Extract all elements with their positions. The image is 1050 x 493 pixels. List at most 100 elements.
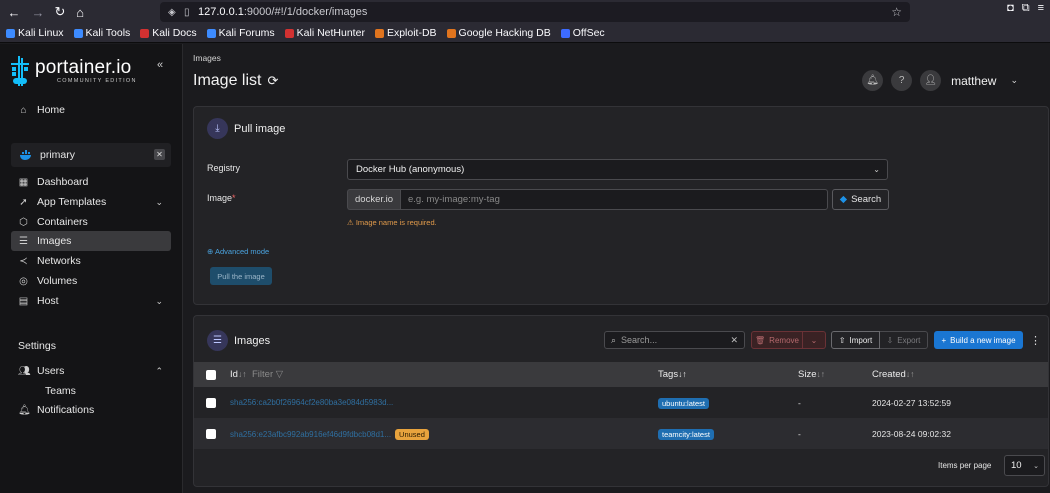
size-cell: - xyxy=(798,397,801,408)
remove-options-dropdown[interactable]: ⌄ xyxy=(803,331,826,349)
tag-badge: teamcity:latest xyxy=(658,428,714,440)
pull-image-button[interactable]: Pull the image xyxy=(210,267,272,285)
remove-label: Remove xyxy=(769,335,799,345)
image-name-input[interactable]: e.g. my-image:my-tag xyxy=(400,189,828,210)
users-icon: 👥︎ xyxy=(18,365,31,377)
help-icon[interactable]: ? xyxy=(891,70,913,91)
bookmark-favicon-icon xyxy=(6,28,15,38)
more-options-icon[interactable]: ⋮ xyxy=(1030,334,1041,347)
home-icon[interactable]: ⌂ xyxy=(70,2,90,22)
search-image-button[interactable]: ◆ Search xyxy=(832,189,889,210)
bookmark-item[interactable]: Kali NetHunter xyxy=(284,27,365,39)
items-per-page-label: Items per page xyxy=(938,461,992,470)
registry-select-value: Docker Hub (anonymous) xyxy=(356,164,465,175)
sidebar-item-label: App Templates xyxy=(37,196,107,208)
column-tags[interactable]: Tags↓↑ xyxy=(658,369,687,380)
column-filter[interactable]: Filter ▽ xyxy=(252,369,283,380)
bookmark-label: Kali Linux xyxy=(18,27,64,39)
row-checkbox[interactable] xyxy=(206,428,216,439)
sidebar-item-teams[interactable]: Teams xyxy=(11,381,171,401)
column-size[interactable]: Size↓↑ xyxy=(798,369,825,380)
url-text: 127.0.0.1:9000/#!/1/docker/images xyxy=(198,6,368,18)
sidebar-item-networks[interactable]: ≺ Networks xyxy=(11,251,171,271)
menu-icon[interactable]: ≡ xyxy=(1038,2,1044,15)
advanced-mode-link[interactable]: ⊕ Advanced mode xyxy=(207,247,269,256)
search-icon: ⌕ xyxy=(611,334,617,345)
logo-wordmark: portainer.io xyxy=(35,57,132,78)
select-all-checkbox[interactable] xyxy=(206,369,216,380)
sort-icon: ↓↑ xyxy=(905,369,915,379)
reload-icon[interactable]: ↻ xyxy=(50,2,70,22)
bookmark-item[interactable]: Google Hacking DB xyxy=(446,27,551,39)
bookmark-item[interactable]: OffSec xyxy=(560,27,605,39)
collapse-sidebar-icon[interactable]: « xyxy=(157,59,163,71)
bookmark-item[interactable]: Kali Docs xyxy=(140,27,197,39)
remove-button[interactable]: 🗑︎ Remove xyxy=(751,331,803,349)
import-button[interactable]: ⇧ Import xyxy=(831,331,880,349)
sidebar-item-label: Networks xyxy=(37,255,81,267)
extensions-icon[interactable]: ⧉ xyxy=(1022,2,1030,15)
sidebar-item-home[interactable]: ⌂ Home xyxy=(11,100,171,120)
sidebar-item-app-templates[interactable]: ➚ App Templates ⌄ xyxy=(11,192,171,212)
registry-label: Registry xyxy=(207,163,241,173)
import-label: Import xyxy=(849,335,873,345)
clear-search-icon[interactable]: ✕ xyxy=(730,335,738,346)
sidebar-item-volumes[interactable]: ◎ Volumes xyxy=(11,271,171,291)
bookmark-favicon-icon xyxy=(206,28,216,38)
back-icon[interactable]: ← xyxy=(4,2,24,22)
list-icon: ☰ xyxy=(19,235,28,247)
bookmark-label: Google Hacking DB xyxy=(458,27,551,39)
sort-icon: ↓↑ xyxy=(237,369,247,379)
bookmark-item[interactable]: Kali Linux xyxy=(6,27,64,39)
sidebar-item-dashboard[interactable]: ▦ Dashboard xyxy=(11,172,171,192)
image-id-link[interactable]: sha256:ca2b0f26964cf2e80ba3e084d5983d... xyxy=(230,398,393,407)
required-marker: * xyxy=(232,193,236,203)
bookmark-item[interactable]: Kali Tools xyxy=(73,27,130,39)
column-id[interactable]: Id↓↑ xyxy=(230,369,246,380)
export-button[interactable]: ⇩ Export xyxy=(880,331,928,349)
image-id-link[interactable]: sha256:e23afbc992ab916ef46d9fdbcb08d1... xyxy=(230,430,391,439)
bookmark-favicon-icon xyxy=(73,28,83,38)
bookmarks-bar: Kali Linux Kali Tools Kali Docs Kali Forums… xyxy=(0,24,1050,43)
chevron-down-icon: ⌄ xyxy=(873,165,880,174)
column-created[interactable]: Created↓↑ xyxy=(872,369,914,380)
table-search-input[interactable]: ⌕ Search... ✕ xyxy=(604,331,745,349)
close-icon[interactable]: ✕ xyxy=(154,149,165,160)
portainer-logo[interactable]: portainer.io COMMUNITY EDITION xyxy=(10,56,137,86)
items-per-page-select[interactable]: 10 ⌄ xyxy=(1004,455,1045,476)
sidebar-item-containers[interactable]: ⬡ Containers xyxy=(11,212,171,232)
notifications-bell-icon[interactable]: 🔔︎ xyxy=(862,70,884,91)
refresh-icon[interactable]: ⟳ xyxy=(267,73,278,89)
browser-toolbar: ← → ↻ ⌂ ◈ ▯ 127.0.0.1:9000/#!/1/docker/i… xyxy=(0,0,1050,24)
environment-selector[interactable]: primary ✕ xyxy=(11,143,171,167)
build-new-image-button[interactable]: + Build a new image xyxy=(934,331,1023,349)
table-row: sha256:e23afbc992ab916ef46d9fdbcb08d1...… xyxy=(194,418,1048,449)
bookmark-star-icon[interactable]: ☆ xyxy=(891,5,902,19)
home-icon: ⌂ xyxy=(20,104,27,116)
row-checkbox[interactable] xyxy=(206,397,216,408)
sidebar-item-notifications[interactable]: 🔔︎ Notifications xyxy=(11,400,171,420)
sidebar-item-users[interactable]: 👥︎ Users ⌃ xyxy=(11,361,171,381)
chevron-down-icon: ⌄ xyxy=(155,295,163,306)
forward-icon[interactable]: → xyxy=(28,2,48,22)
chevron-up-icon: ⌃ xyxy=(155,365,163,376)
warning-text: Image name is required. xyxy=(355,218,437,227)
sidebar-item-images[interactable]: ☰ Images xyxy=(11,231,171,251)
registry-select[interactable]: Docker Hub (anonymous) ⌄ xyxy=(347,159,888,180)
avatar[interactable]: 👤︎ xyxy=(920,70,942,91)
user-name[interactable]: matthew xyxy=(951,74,996,88)
search-button-label: Search xyxy=(851,194,882,205)
chevron-down-icon[interactable]: ⌄ xyxy=(1010,75,1018,86)
sidebar-item-host[interactable]: ▤ Host ⌄ xyxy=(11,291,171,311)
bookmark-item[interactable]: Exploit-DB xyxy=(374,27,437,39)
bookmark-item[interactable]: Kali Forums xyxy=(206,27,275,39)
box-icon: ⬡ xyxy=(19,216,28,228)
pocket-icon[interactable]: ◘ xyxy=(1007,2,1014,15)
bookmark-label: OffSec xyxy=(572,27,605,39)
images-header: ☰ Images xyxy=(207,330,270,351)
items-per-page-value: 10 xyxy=(1011,460,1022,471)
share-icon: ≺ xyxy=(19,255,28,267)
image-input-group: docker.io e.g. my-image:my-tag xyxy=(347,189,828,210)
bookmark-favicon-icon xyxy=(446,28,456,38)
url-bar[interactable]: ◈ ▯ 127.0.0.1:9000/#!/1/docker/images ☆ xyxy=(160,2,910,22)
